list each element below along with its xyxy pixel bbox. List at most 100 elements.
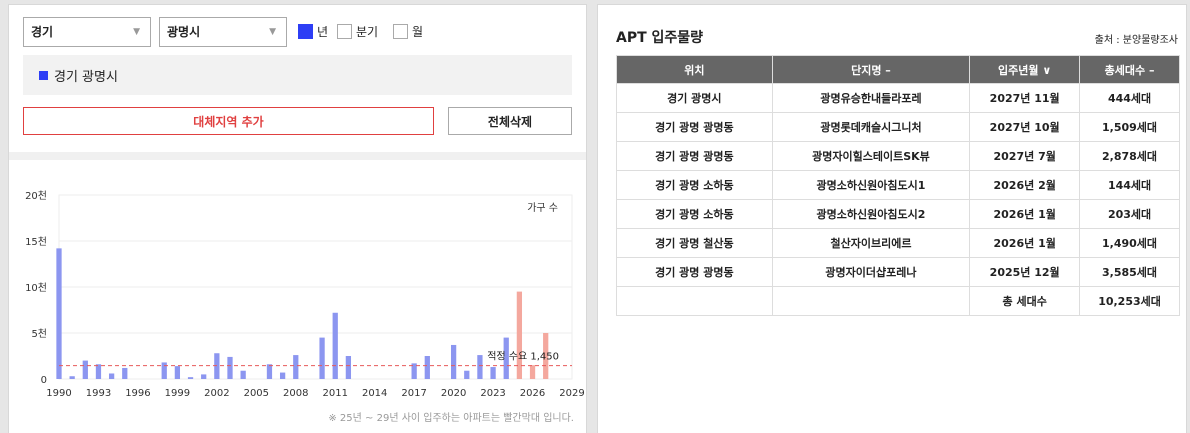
table-cell: 1,509세대 bbox=[1079, 112, 1180, 142]
table-cell: 경기 광명 철산동 bbox=[616, 228, 773, 258]
bar bbox=[319, 337, 325, 379]
table-cell: 2,878세대 bbox=[1079, 141, 1180, 171]
province-select[interactable]: 경기 ▼ bbox=[23, 17, 151, 47]
legend-label: 가구 수 bbox=[527, 202, 558, 214]
y-tick-label: 20천 bbox=[25, 190, 47, 202]
period-month-label: 월 bbox=[412, 24, 424, 39]
x-tick-label: 2008 bbox=[283, 388, 308, 399]
bar bbox=[293, 355, 299, 379]
table-cell: 경기 광명 광명동 bbox=[616, 141, 773, 171]
section-divider bbox=[9, 152, 586, 160]
table-cell: 2026년 1월 bbox=[969, 228, 1081, 258]
table-cell: 광명유승한내들라포레 bbox=[771, 83, 971, 113]
y-tick-label: 10천 bbox=[25, 282, 47, 294]
col-complex[interactable]: 단지명 – bbox=[771, 55, 971, 84]
bar bbox=[477, 355, 483, 379]
supply-chart: 0 5천 10천 15천 20천 1990 1993 1996 1999 2002 2005 2008… bbox=[9, 165, 586, 414]
total-value: 10,253세대 bbox=[1079, 286, 1180, 316]
table-header-row: 위치 단지명 – 입주년월 ∨ 총세대수 – bbox=[616, 55, 1180, 84]
col-units[interactable]: 총세대수 – bbox=[1079, 55, 1180, 84]
table-row[interactable]: 경기 광명시 광명유승한내들라포레 2027년 11월 444세대 bbox=[616, 83, 1180, 113]
period-year-checkbox[interactable]: 년 bbox=[298, 22, 328, 40]
right-panel: APT 입주물량 출처 : 분양물량조사 위치 단지명 – 입주년월 ∨ 총세대… bbox=[597, 4, 1187, 433]
period-quarter-checkbox[interactable]: 분기 bbox=[337, 22, 378, 40]
chart-note: ※ 25년 ~ 29년 사이 입주하는 아파트는 빨간막대 입니다. bbox=[328, 413, 574, 424]
bar bbox=[108, 373, 115, 379]
x-tick-label: 2005 bbox=[244, 388, 269, 399]
x-tick-label: 2029 bbox=[559, 388, 584, 399]
table-cell: 경기 광명 광명동 bbox=[616, 112, 773, 142]
supply-table: 위치 단지명 – 입주년월 ∨ 총세대수 – 경기 광명시 광명유승한내들라포레 2… bbox=[616, 55, 1180, 316]
bar bbox=[161, 362, 167, 379]
bar bbox=[227, 356, 233, 379]
table-cell: 2025년 12월 bbox=[969, 257, 1081, 287]
period-year-label: 년 bbox=[317, 24, 329, 39]
region-list-item[interactable]: 경기 광명시 bbox=[54, 66, 118, 85]
bar bbox=[332, 312, 338, 379]
province-value: 경기 bbox=[31, 25, 54, 39]
table-row[interactable]: 경기 광명 소하동 광명소하신원아침도시1 2026년 2월 144세대 bbox=[616, 170, 1180, 200]
table-cell: 2027년 11월 bbox=[969, 83, 1081, 113]
table-row[interactable]: 경기 광명 철산동 철산자이브리에르 2026년 1월 1,490세대 bbox=[616, 228, 1180, 258]
col-move-in[interactable]: 입주년월 ∨ bbox=[969, 55, 1081, 84]
table-cell: 경기 광명 소하동 bbox=[616, 199, 773, 229]
city-select[interactable]: 광명시 ▼ bbox=[159, 17, 287, 47]
source-label: 출처 : 분양물량조사 bbox=[1094, 35, 1178, 46]
checkbox-checked-icon bbox=[298, 23, 313, 39]
table-cell: 광명롯데캐슬시그니처 bbox=[771, 112, 971, 142]
table-row[interactable]: 경기 광명 소하동 광명소하신원아침도시2 2026년 1월 203세대 bbox=[616, 199, 1180, 229]
col-location[interactable]: 위치 bbox=[616, 55, 773, 84]
x-tick-label: 1993 bbox=[86, 388, 111, 399]
threshold-label: 적정 수요 1,450 bbox=[487, 351, 559, 363]
x-tick-label: 2011 bbox=[323, 388, 348, 399]
table-cell: 광명자이힐스테이트SK뷰 bbox=[771, 141, 971, 171]
total-label: 총 세대수 bbox=[969, 286, 1081, 316]
x-tick-label: 2014 bbox=[362, 388, 387, 399]
add-region-button[interactable]: 대체지역 추가 bbox=[23, 107, 434, 135]
table-row[interactable]: 경기 광명 광명동 광명자이힐스테이트SK뷰 2027년 7월 2,878세대 bbox=[616, 141, 1180, 171]
bar bbox=[174, 366, 181, 379]
table-cell: 경기 광명시 bbox=[616, 83, 773, 113]
bar bbox=[490, 367, 496, 379]
x-tick-label: 2020 bbox=[441, 388, 466, 399]
bar bbox=[424, 356, 430, 379]
total-empty-cell bbox=[616, 286, 773, 316]
table-cell: 광명자이더샵포레나 bbox=[771, 257, 971, 287]
table-cell: 광명소하신원아침도시2 bbox=[771, 199, 971, 229]
bar bbox=[56, 248, 62, 379]
total-empty-cell bbox=[771, 286, 971, 316]
bar bbox=[464, 370, 470, 379]
x-tick-label: 1999 bbox=[165, 388, 190, 399]
legend-square-icon bbox=[39, 70, 48, 80]
x-tick-label: 1990 bbox=[46, 388, 71, 399]
bar bbox=[122, 367, 128, 379]
table-cell: 경기 광명 광명동 bbox=[616, 257, 773, 287]
table-cell: 광명소하신원아침도시1 bbox=[771, 170, 971, 200]
checkbox-icon bbox=[393, 23, 408, 39]
delete-all-button[interactable]: 전체삭제 bbox=[448, 107, 572, 135]
table-cell: 2027년 7월 bbox=[969, 141, 1081, 171]
supply-chart-svg: 0 5천 10천 15천 20천 1990 1993 1996 1999 2002 2005 2008… bbox=[25, 190, 585, 399]
chevron-down-icon: ▼ bbox=[133, 27, 140, 37]
table-cell: 2026년 2월 bbox=[969, 170, 1081, 200]
city-value: 광명시 bbox=[167, 25, 201, 39]
table-cell: 3,585세대 bbox=[1079, 257, 1180, 287]
left-panel: 경기 ▼ 광명시 ▼ 년 분기 월 경기 광명시 대체지역 추가 전체삭제 0 5… bbox=[8, 4, 587, 433]
period-quarter-label: 분기 bbox=[356, 24, 379, 39]
bar bbox=[82, 360, 88, 379]
y-tick-label: 0 bbox=[41, 375, 47, 386]
y-tick-label: 15천 bbox=[25, 236, 47, 248]
y-tick-label: 5천 bbox=[31, 328, 47, 340]
table-row[interactable]: 경기 광명 광명동 광명롯데캐슬시그니처 2027년 10월 1,509세대 bbox=[616, 112, 1180, 142]
table-row[interactable]: 경기 광명 광명동 광명자이더샵포레나 2025년 12월 3,585세대 bbox=[616, 257, 1180, 287]
x-tick-label: 2026 bbox=[520, 388, 545, 399]
period-month-checkbox[interactable]: 월 bbox=[393, 22, 423, 40]
checkbox-icon bbox=[337, 23, 352, 39]
bar bbox=[345, 356, 352, 379]
panel-title: APT 입주물량 bbox=[616, 30, 704, 46]
bar bbox=[529, 365, 536, 379]
x-tick-label: 1996 bbox=[125, 388, 150, 399]
table-cell: 2026년 1월 bbox=[969, 199, 1081, 229]
table-cell: 경기 광명 소하동 bbox=[616, 170, 773, 200]
x-tick-label: 2023 bbox=[480, 388, 505, 399]
